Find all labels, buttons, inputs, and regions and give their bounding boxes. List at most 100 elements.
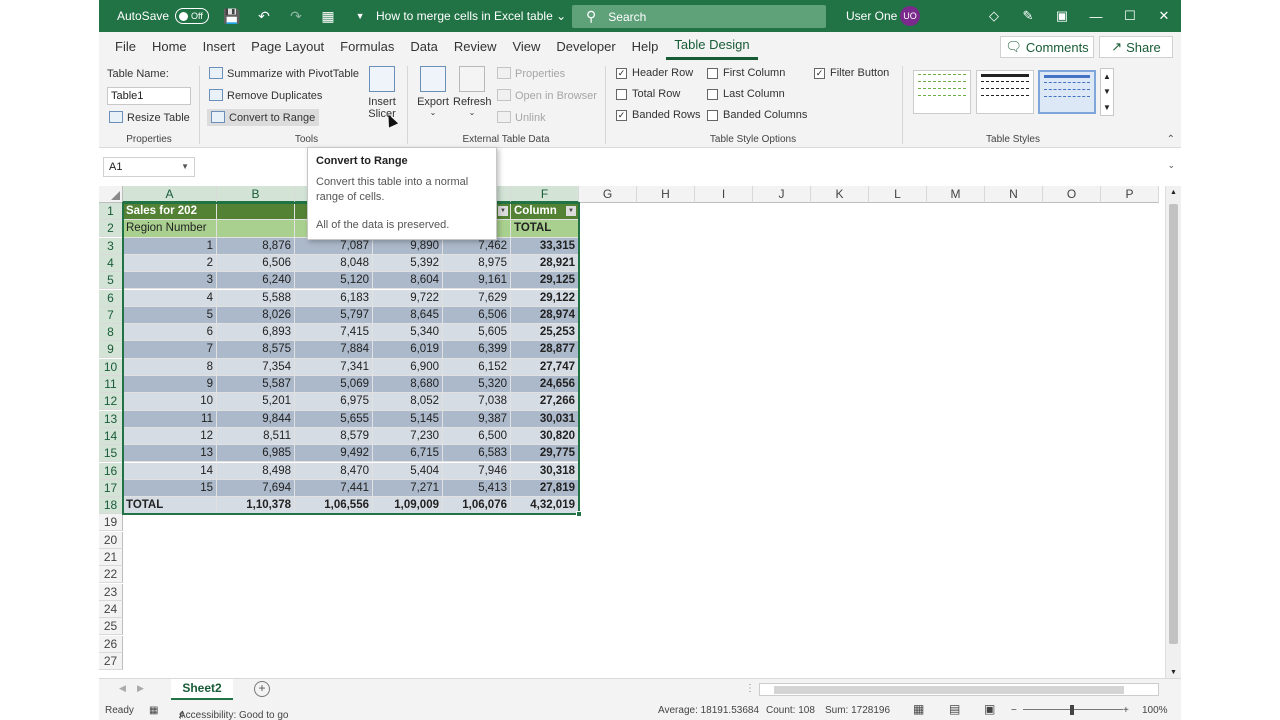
column-header[interactable]: F — [511, 186, 579, 203]
table-data-cell[interactable]: 2 — [123, 254, 217, 273]
table-total-cell[interactable]: 1,09,009 — [373, 497, 443, 515]
table-subheader-cell[interactable]: Region Number — [123, 220, 217, 238]
table-header-cell[interactable] — [217, 203, 295, 221]
table-data-cell[interactable]: 9,492 — [295, 445, 373, 463]
table-data-cell[interactable]: 5,069 — [295, 376, 373, 394]
search-box[interactable]: ⚲ Search — [572, 5, 826, 28]
table-data-cell[interactable]: 6,975 — [295, 393, 373, 411]
save-icon[interactable]: 💾 — [223, 8, 241, 25]
page-layout-view-icon[interactable]: ▤ — [949, 702, 960, 716]
table-data-cell[interactable]: 5,320 — [443, 376, 511, 394]
table-data-cell[interactable]: 30,318 — [511, 462, 579, 480]
ribbon-display-icon[interactable]: ▣ — [1045, 0, 1079, 32]
row-header[interactable]: 14 — [99, 427, 123, 445]
table-data-cell[interactable]: 7 — [123, 341, 217, 359]
table-name-input[interactable]: Table1 — [107, 87, 191, 105]
table-data-cell[interactable]: 5,588 — [217, 289, 295, 307]
tab-developer[interactable]: Developer — [548, 32, 623, 60]
table-styles-scroller[interactable]: ▲ ▼ ▼ — [1100, 68, 1114, 116]
form-icon[interactable]: ▦ — [319, 8, 337, 25]
row-header[interactable]: 6 — [99, 289, 123, 307]
table-data-cell[interactable]: 33,315 — [511, 237, 579, 255]
row-header[interactable]: 13 — [99, 410, 123, 428]
diamond-icon[interactable]: ◇ — [977, 0, 1011, 32]
sheet-next-icon[interactable]: ▶ — [137, 683, 144, 694]
table-data-cell[interactable]: 7,415 — [295, 324, 373, 342]
table-data-cell[interactable]: 30,820 — [511, 427, 579, 446]
table-data-cell[interactable]: 29,775 — [511, 445, 579, 463]
table-data-cell[interactable]: 8,498 — [217, 462, 295, 480]
table-style-blue-selected[interactable] — [1038, 70, 1096, 114]
maximize-icon[interactable]: ☐ — [1113, 0, 1147, 32]
table-data-cell[interactable]: 5,404 — [373, 462, 443, 480]
row-header[interactable]: 9 — [99, 341, 123, 359]
row-header[interactable]: 5 — [99, 272, 123, 290]
table-data-cell[interactable]: 8,048 — [295, 254, 373, 273]
convert-to-range-button[interactable]: Convert to Range — [207, 109, 320, 126]
table-data-cell[interactable]: 6,506 — [217, 254, 295, 273]
row-header[interactable]: 12 — [99, 393, 123, 411]
row-header[interactable]: 15 — [99, 445, 123, 463]
table-data-cell[interactable]: 27,747 — [511, 358, 579, 376]
row-header[interactable]: 7 — [99, 306, 123, 324]
column-header[interactable]: M — [927, 186, 985, 203]
share-button[interactable]: ↗ Share — [1099, 36, 1173, 58]
column-header[interactable]: B — [217, 186, 295, 203]
table-data-cell[interactable]: 6,399 — [443, 341, 511, 359]
document-title[interactable]: How to merge cells in Excel table ⌄ — [376, 9, 566, 23]
table-data-cell[interactable]: 9,722 — [373, 289, 443, 307]
column-header[interactable]: L — [869, 186, 927, 203]
user-name[interactable]: User One — [846, 9, 897, 23]
tab-help[interactable]: Help — [624, 32, 667, 60]
table-data-cell[interactable]: 7,038 — [443, 393, 511, 411]
resize-table-button[interactable]: Resize Table — [109, 111, 190, 124]
table-data-cell[interactable]: 7,341 — [295, 358, 373, 376]
table-data-cell[interactable]: 4 — [123, 289, 217, 307]
table-data-cell[interactable]: 7,230 — [373, 427, 443, 446]
scroll-thumb[interactable] — [1169, 204, 1178, 644]
table-data-cell[interactable]: 5,120 — [295, 272, 373, 290]
summarize-pivot-button[interactable]: Summarize with PivotTable — [209, 67, 359, 80]
table-data-cell[interactable]: 7,629 — [443, 289, 511, 307]
row-header[interactable]: 2 — [99, 220, 123, 238]
table-data-cell[interactable]: 7,354 — [217, 358, 295, 376]
tab-table-design[interactable]: Table Design — [666, 32, 758, 60]
table-data-cell[interactable]: 8,579 — [295, 427, 373, 446]
table-data-cell[interactable]: 5,605 — [443, 324, 511, 342]
minimize-icon[interactable]: — — [1079, 0, 1113, 32]
name-box[interactable]: A1 ▼ — [103, 157, 195, 177]
first-column-checkbox[interactable]: First Column — [707, 67, 785, 79]
autosave-toggle[interactable]: Off — [175, 8, 210, 24]
chevron-down-icon[interactable]: ▼ — [1103, 87, 1111, 96]
more-styles-icon[interactable]: ▼ — [1103, 103, 1111, 112]
row-header[interactable]: 24 — [99, 600, 123, 618]
table-data-cell[interactable]: 7,946 — [443, 462, 511, 480]
table-data-cell[interactable]: 8,026 — [217, 306, 295, 325]
row-header[interactable]: 18 — [99, 497, 123, 515]
table-data-cell[interactable]: 6,506 — [443, 306, 511, 325]
tab-file[interactable]: File — [107, 32, 144, 60]
tab-formulas[interactable]: Formulas — [332, 32, 402, 60]
table-data-cell[interactable]: 14 — [123, 462, 217, 480]
row-header[interactable]: 4 — [99, 254, 123, 272]
table-data-cell[interactable]: 8,052 — [373, 393, 443, 411]
column-header[interactable]: N — [985, 186, 1043, 203]
table-data-cell[interactable]: 7,884 — [295, 341, 373, 359]
table-subheader-cell[interactable]: TOTAL — [511, 220, 579, 238]
column-header[interactable]: P — [1101, 186, 1159, 203]
column-header[interactable]: G — [579, 186, 637, 203]
table-data-cell[interactable]: 28,974 — [511, 306, 579, 325]
redo-icon[interactable]: ↷ — [287, 8, 305, 25]
macro-icon[interactable]: ▦ — [149, 705, 158, 716]
tab-view[interactable]: View — [504, 32, 548, 60]
banded-rows-checkbox[interactable]: ✓ Banded Rows — [616, 109, 701, 121]
tab-data[interactable]: Data — [402, 32, 445, 60]
banded-columns-checkbox[interactable]: Banded Columns — [707, 109, 807, 121]
table-data-cell[interactable]: 6,240 — [217, 272, 295, 290]
select-all-corner[interactable] — [99, 186, 123, 203]
row-header[interactable]: 10 — [99, 358, 123, 376]
comments-button[interactable]: 🗨 Comments — [1000, 36, 1094, 58]
table-data-cell[interactable]: 5,587 — [217, 376, 295, 394]
refresh-button[interactable]: Refresh ⌄ — [453, 66, 492, 117]
unlink-button[interactable]: Unlink — [497, 111, 546, 124]
